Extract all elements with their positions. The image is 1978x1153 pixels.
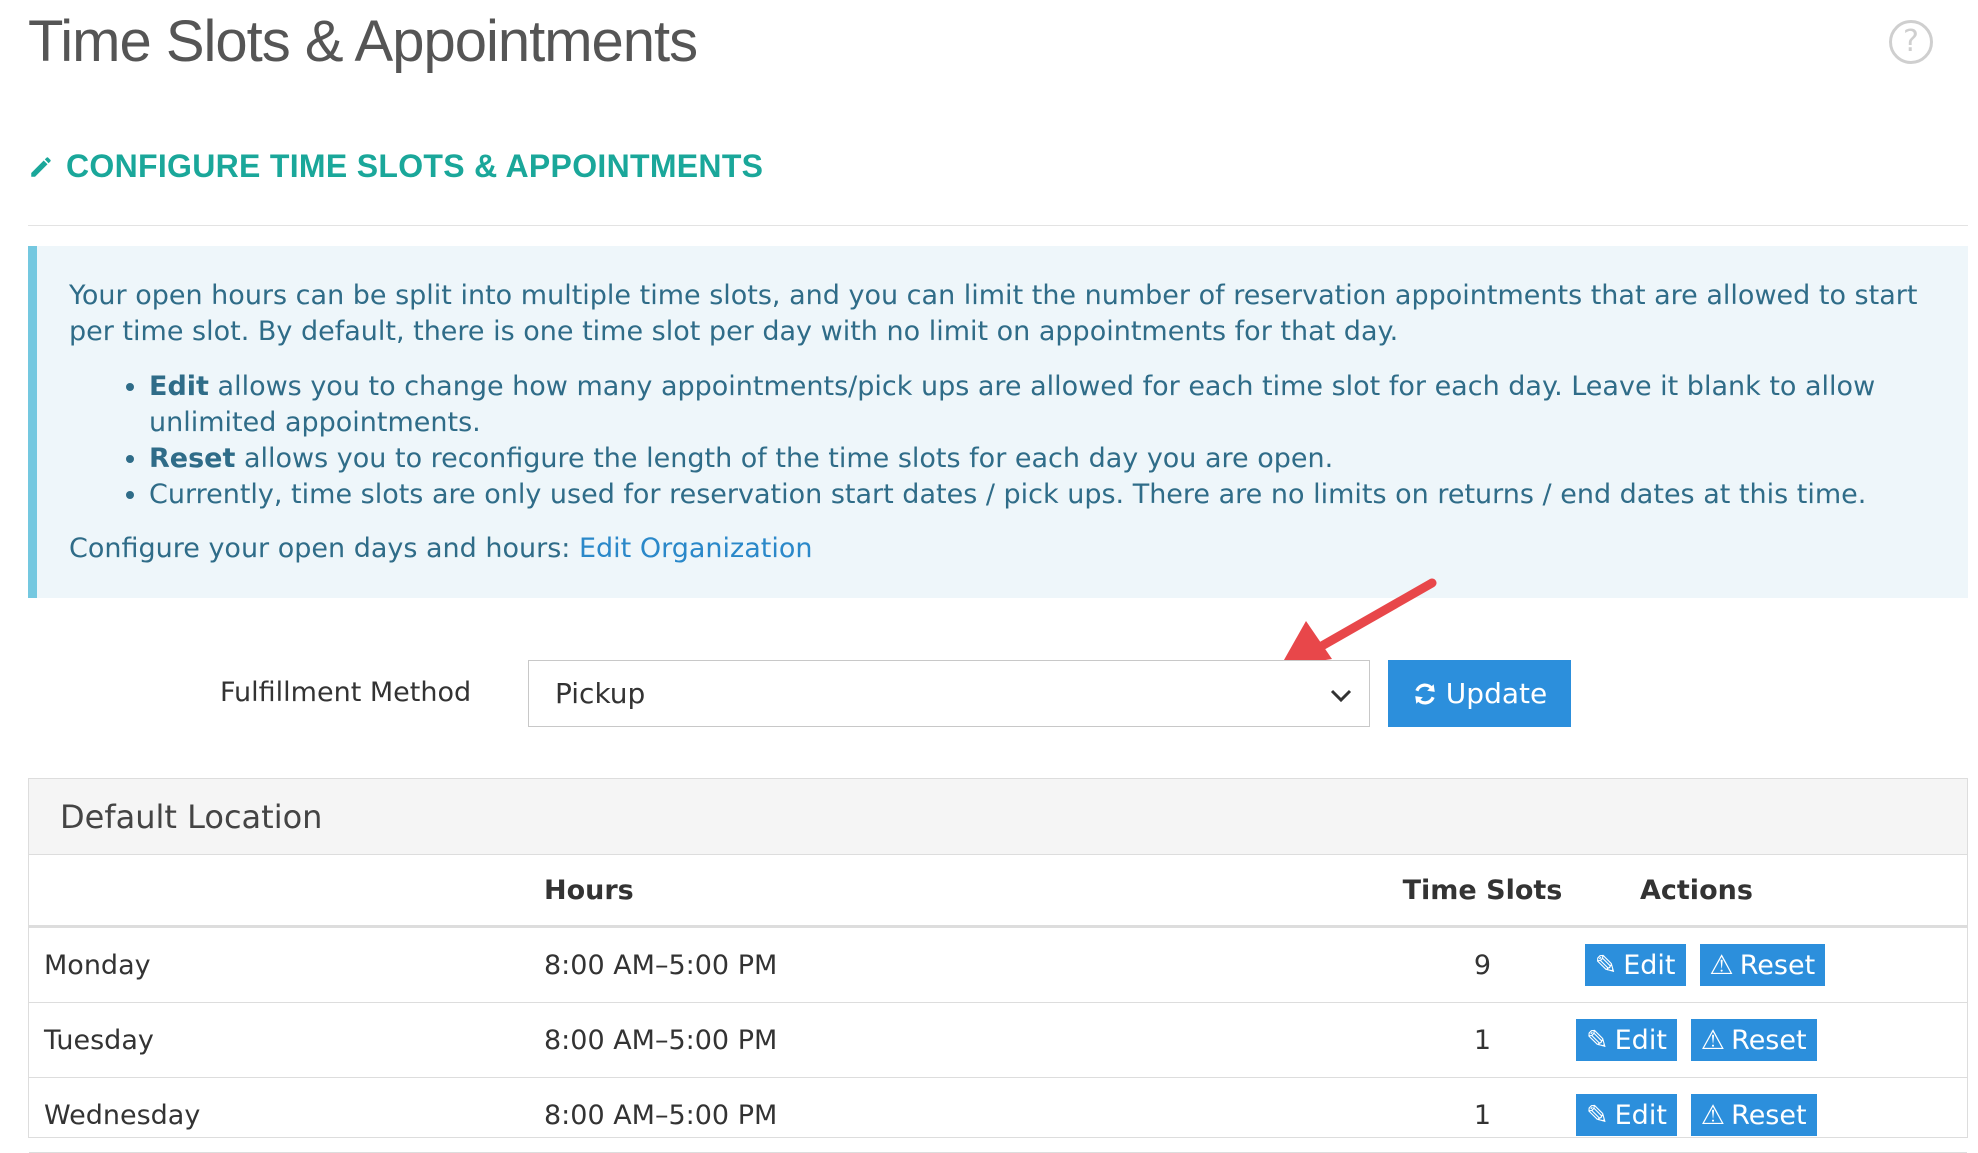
reset-label: Reset xyxy=(1739,949,1816,981)
warning-icon: ⚠ xyxy=(1709,949,1734,981)
info-bullet-reset: Reset allows you to reconfigure the leng… xyxy=(149,441,1938,477)
actions-header-label: Actions xyxy=(1640,874,1753,906)
section-title: CONFIGURE TIME SLOTS & APPOINTMENTS xyxy=(66,148,764,184)
config-prefix: Configure your open days and hours: xyxy=(69,533,579,564)
question-circle-icon[interactable]: ? xyxy=(1889,20,1933,64)
section-heading: CONFIGURE TIME SLOTS & APPOINTMENTS xyxy=(28,148,763,185)
time-slots-table: Hours Time Slots Actions Monday 8:00 AM–… xyxy=(29,855,1967,1153)
info-list: Edit allows you to change how many appoi… xyxy=(69,369,1938,513)
reset-label: Reset xyxy=(1731,1099,1807,1131)
pencil-icon: ✎ xyxy=(1586,1024,1609,1056)
info-bullet-note: Currently, time slots are only used for … xyxy=(149,477,1938,513)
slots-cell: 1 xyxy=(1389,1002,1576,1078)
pencil-icon xyxy=(31,156,51,177)
reset-label: Reset xyxy=(1731,1024,1807,1056)
column-actions: Actions xyxy=(1576,855,1967,928)
edit-label: Edit xyxy=(1623,949,1676,981)
table-row: Wednesday 8:00 AM–5:00 PM 1 ✎ Edit ⚠ Reset xyxy=(29,1077,1967,1153)
panel-title: Default Location xyxy=(29,779,1967,855)
day-cell: Tuesday xyxy=(29,1002,544,1078)
pencil-icon: ✎ xyxy=(1586,1099,1609,1131)
bullet-text: allows you to change how many appointmen… xyxy=(149,371,1876,438)
update-button[interactable]: Update xyxy=(1388,660,1571,727)
reset-button[interactable]: ⚠ Reset xyxy=(1699,944,1826,986)
actions-cell: ✎ Edit ⚠ Reset xyxy=(1576,1002,1967,1078)
table-row: Monday 8:00 AM–5:00 PM 9 ✎ Edit ⚠ Reset xyxy=(29,926,1967,1003)
column-time-slots: Time Slots xyxy=(1389,855,1576,928)
refresh-icon xyxy=(1415,683,1435,704)
bullet-bold: Reset xyxy=(149,443,236,474)
bullet-text: allows you to reconfigure the length of … xyxy=(235,443,1334,474)
day-cell: Monday xyxy=(29,926,544,1003)
reset-button[interactable]: ⚠ Reset xyxy=(1690,1019,1817,1061)
edit-button[interactable]: ✎ Edit xyxy=(1576,1094,1677,1136)
table-row: Tuesday 8:00 AM–5:00 PM 1 ✎ Edit ⚠ Reset xyxy=(29,1002,1967,1078)
table-header-row: Hours Time Slots Actions xyxy=(29,855,1967,928)
hours-cell: 8:00 AM–5:00 PM xyxy=(544,1077,1389,1153)
update-label: Update xyxy=(1445,677,1548,710)
edit-button[interactable]: ✎ Edit xyxy=(1584,944,1686,986)
info-box: Your open hours can be split into multip… xyxy=(28,246,1968,598)
divider xyxy=(28,225,1968,226)
warning-icon: ⚠ xyxy=(1700,1099,1726,1131)
column-day xyxy=(29,855,544,928)
actions-cell: ✎ Edit ⚠ Reset xyxy=(1576,926,1967,1003)
slots-cell: 1 xyxy=(1389,1077,1576,1153)
info-bullet-edit: Edit allows you to change how many appoi… xyxy=(149,369,1938,441)
bullet-text: Currently, time slots are only used for … xyxy=(149,479,1867,510)
pencil-icon: ✎ xyxy=(1594,949,1618,981)
edit-label: Edit xyxy=(1614,1099,1667,1131)
select-value: Pickup xyxy=(555,677,646,710)
warning-icon: ⚠ xyxy=(1700,1024,1726,1056)
fulfillment-method-label: Fulfillment Method xyxy=(220,677,472,708)
info-config-line: Configure your open days and hours: Edit… xyxy=(69,531,1938,567)
edit-button[interactable]: ✎ Edit xyxy=(1576,1019,1677,1061)
edit-organization-link[interactable]: Edit Organization xyxy=(579,533,812,564)
fulfillment-method-select[interactable]: Pickup xyxy=(528,660,1370,727)
page-title: Time Slots & Appointments xyxy=(28,9,698,74)
chevron-down-icon xyxy=(1330,689,1352,703)
info-intro: Your open hours can be split into multip… xyxy=(69,280,1918,347)
slots-cell: 9 xyxy=(1389,926,1576,1003)
reset-button[interactable]: ⚠ Reset xyxy=(1690,1094,1817,1136)
location-panel: Default Location Hours Time Slots Action… xyxy=(28,778,1968,1153)
bullet-bold: Edit xyxy=(149,371,209,402)
hours-cell: 8:00 AM–5:00 PM xyxy=(544,926,1389,1003)
day-cell: Wednesday xyxy=(29,1077,544,1153)
edit-label: Edit xyxy=(1614,1024,1667,1056)
column-hours: Hours xyxy=(544,855,1389,928)
hours-cell: 8:00 AM–5:00 PM xyxy=(544,1002,1389,1078)
actions-cell: ✎ Edit ⚠ Reset xyxy=(1576,1077,1967,1153)
